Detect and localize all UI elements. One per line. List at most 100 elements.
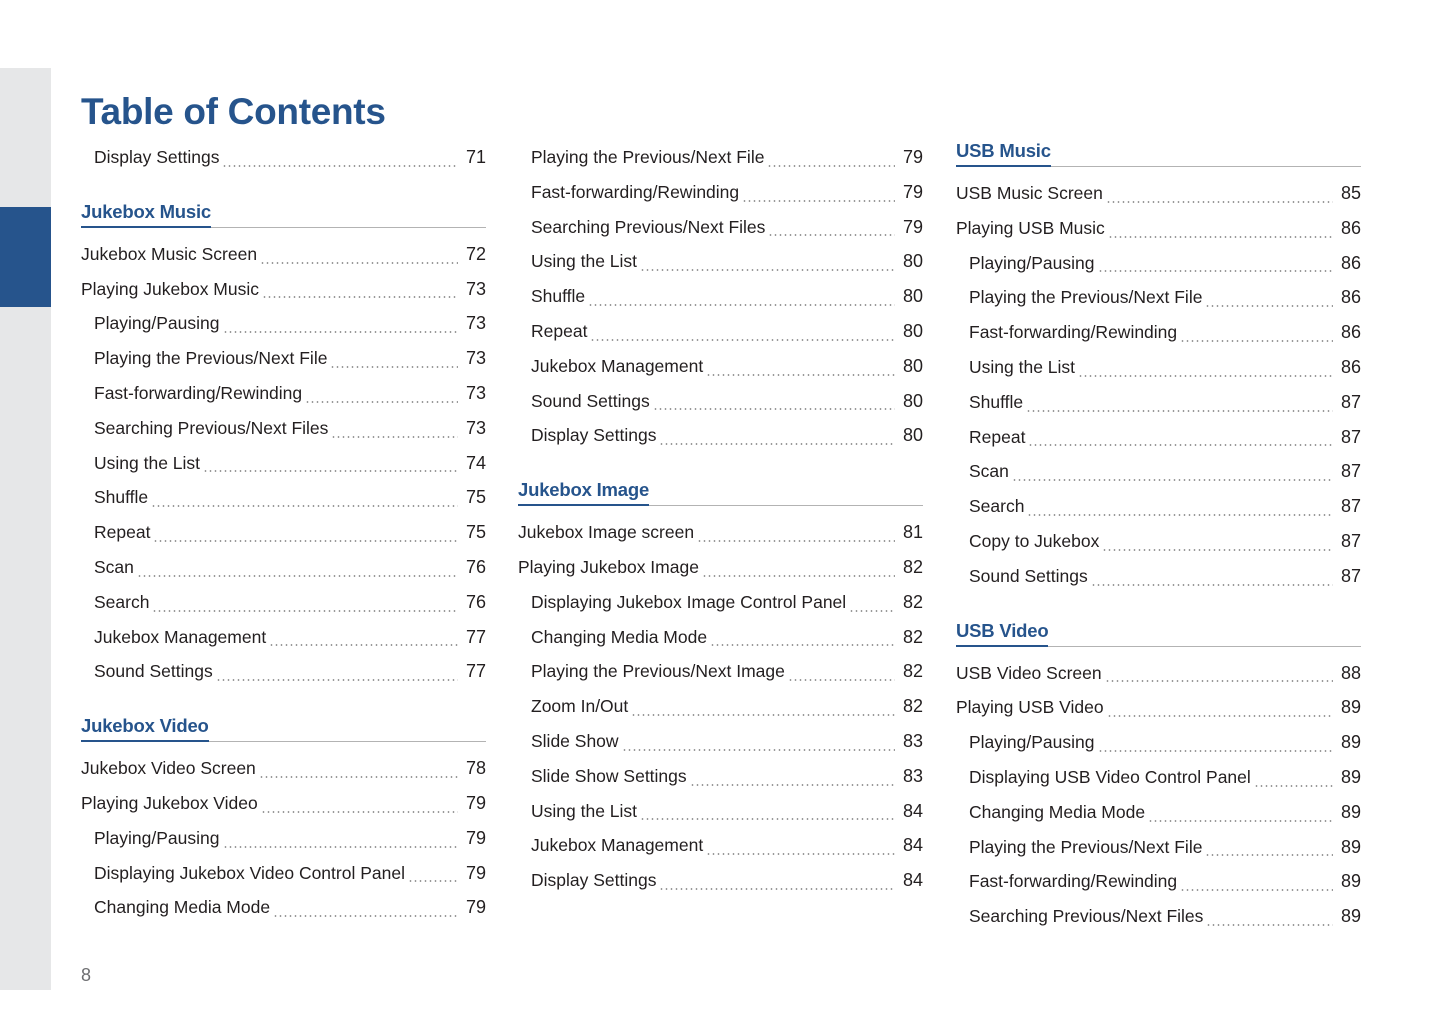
toc-entry-scan[interactable]: Scan 76 <box>81 550 486 585</box>
toc-entry-displaying-jukebox-video-control-panel[interactable]: Displaying Jukebox Video Control Panel 79 <box>81 856 486 891</box>
toc-entry-playing-the-previous-next-image[interactable]: Playing the Previous/Next Image 82 <box>518 654 923 689</box>
toc-entry-display-settings[interactable]: Display Settings 80 <box>518 418 923 453</box>
toc-entry-playing-pausing[interactable]: Playing/Pausing 89 <box>956 725 1361 760</box>
toc-entry-repeat[interactable]: Repeat 80 <box>518 314 923 349</box>
toc-entry-sound-settings[interactable]: Sound Settings 87 <box>956 559 1361 594</box>
toc-entry-label: Shuffle <box>531 286 586 307</box>
toc-entry-copy-to-jukebox[interactable]: Copy to Jukebox 87 <box>956 524 1361 559</box>
toc-entry-using-the-list[interactable]: Using the List 74 <box>81 446 486 481</box>
toc-entry-page-number: 77 <box>465 626 486 647</box>
toc-entry-playing-usb-music[interactable]: Playing USB Music 86 <box>956 211 1361 246</box>
active-chapter-tab[interactable] <box>0 207 51 307</box>
toc-entry-page-number: 89 <box>1340 871 1361 892</box>
toc-entry-shuffle[interactable]: Shuffle 75 <box>81 480 486 515</box>
toc-entry-page-number: 82 <box>902 661 923 682</box>
toc-entry-label: Shuffle <box>969 391 1024 412</box>
toc-dot-leader <box>215 654 459 689</box>
toc-entry-changing-media-mode[interactable]: Changing Media Mode 89 <box>956 795 1361 830</box>
toc-entry-zoom-in-out[interactable]: Zoom In/Out 82 <box>518 689 923 724</box>
toc-entry-usb-music-screen[interactable]: USB Music Screen 85 <box>956 176 1361 211</box>
toc-entry-label: Searching Previous/Next Files <box>94 417 329 438</box>
toc-entry-usb-video-screen[interactable]: USB Video Screen 88 <box>956 656 1361 691</box>
toc-entry-label: Repeat <box>969 426 1026 447</box>
toc-entry-displaying-jukebox-image-control-panel[interactable]: Displaying Jukebox Image Control Panel 82 <box>518 585 923 620</box>
toc-entry-jukebox-music-screen[interactable]: Jukebox Music Screen 72 <box>81 237 486 272</box>
toc-dot-leader <box>305 376 458 411</box>
toc-entry-searching-previous-next-files[interactable]: Searching Previous/Next Files 89 <box>956 899 1361 934</box>
toc-entry-playing-the-previous-next-file[interactable]: Playing the Previous/Next File 86 <box>956 280 1361 315</box>
toc-entry-display-settings[interactable]: Display Settings 84 <box>518 863 923 898</box>
toc-entry-label: USB Video Screen <box>956 662 1102 683</box>
toc-entry-page-number: 89 <box>1340 766 1361 787</box>
toc-entry-playing-jukebox-video[interactable]: Playing Jukebox Video 79 <box>81 786 486 821</box>
toc-entry-playing-pausing[interactable]: Playing/Pausing 79 <box>81 821 486 856</box>
toc-entry-label: Using the List <box>531 800 638 821</box>
toc-entry-page-number: 76 <box>465 591 486 612</box>
toc-entry-scan[interactable]: Scan 87 <box>956 454 1361 489</box>
toc-entry-playing-pausing[interactable]: Playing/Pausing 86 <box>956 246 1361 281</box>
toc-entry-playing-pausing[interactable]: Playing/Pausing 73 <box>81 306 486 341</box>
toc-entry-playing-usb-video[interactable]: Playing USB Video 89 <box>956 690 1361 725</box>
toc-entry-searching-previous-next-files[interactable]: Searching Previous/Next Files 73 <box>81 411 486 446</box>
toc-entry-page-number: 87 <box>1340 426 1361 447</box>
toc-entry-sound-settings[interactable]: Sound Settings 77 <box>81 654 486 689</box>
toc-entry-using-the-list[interactable]: Using the List 86 <box>956 350 1361 385</box>
toc-entry-page-number: 82 <box>902 591 923 612</box>
toc-entry-label: Repeat <box>94 522 151 543</box>
toc-entry-label: Searching Previous/Next Files <box>969 906 1204 927</box>
toc-dot-leader <box>262 272 458 307</box>
toc-entry-playing-the-previous-next-file[interactable]: Playing the Previous/Next File 73 <box>81 341 486 376</box>
toc-entry-jukebox-video-screen[interactable]: Jukebox Video Screen 78 <box>81 751 486 786</box>
toc-entry-jukebox-management[interactable]: Jukebox Management 77 <box>81 620 486 655</box>
toc-entry-display-settings[interactable]: Display Settings 71 <box>81 140 486 175</box>
toc-entry-displaying-usb-video-control-panel[interactable]: Displaying USB Video Control Panel 89 <box>956 760 1361 795</box>
toc-entry-repeat[interactable]: Repeat 87 <box>956 420 1361 455</box>
toc-dot-leader <box>1027 489 1333 524</box>
toc-entry-label: Search <box>969 496 1025 517</box>
toc-entry-page-number: 89 <box>1340 732 1361 753</box>
toc-dot-leader <box>659 863 895 898</box>
toc-entry-label: Scan <box>94 556 134 577</box>
toc-entry-playing-the-previous-next-file[interactable]: Playing the Previous/Next File 89 <box>956 830 1361 865</box>
toc-entry-using-the-list[interactable]: Using the List 84 <box>518 794 923 829</box>
toc-entry-sound-settings[interactable]: Sound Settings 80 <box>518 384 923 419</box>
toc-entry-slide-show[interactable]: Slide Show 83 <box>518 724 923 759</box>
toc-entry-label: Playing the Previous/Next File <box>969 287 1203 308</box>
toc-entry-page-number: 73 <box>465 417 486 438</box>
toc-dot-leader <box>203 446 458 481</box>
toc-entry-playing-jukebox-music[interactable]: Playing Jukebox Music 73 <box>81 272 486 307</box>
toc-entry-search[interactable]: Search 76 <box>81 585 486 620</box>
toc-entry-changing-media-mode[interactable]: Changing Media Mode 79 <box>81 890 486 925</box>
toc-entry-label: Fast-forwarding/Rewinding <box>531 181 740 202</box>
toc-entry-changing-media-mode[interactable]: Changing Media Mode 82 <box>518 620 923 655</box>
toc-entry-label: Zoom In/Out <box>531 696 629 717</box>
toc-entry-page-number: 83 <box>902 730 923 751</box>
toc-entry-label: Displaying USB Video Control Panel <box>969 766 1251 787</box>
toc-entry-page-number: 87 <box>1340 496 1361 517</box>
toc-entry-slide-show-settings[interactable]: Slide Show Settings 83 <box>518 759 923 794</box>
toc-dot-leader <box>706 349 895 384</box>
toc-entry-playing-the-previous-next-file[interactable]: Playing the Previous/Next File 79 <box>518 140 923 175</box>
toc-entry-fast-forwarding-rewinding[interactable]: Fast-forwarding/Rewinding 73 <box>81 376 486 411</box>
toc-entry-page-number: 79 <box>465 897 486 918</box>
toc-entry-using-the-list[interactable]: Using the List 80 <box>518 244 923 279</box>
toc-entry-repeat[interactable]: Repeat 75 <box>81 515 486 550</box>
toc-entry-page-number: 84 <box>902 800 923 821</box>
toc-dot-leader <box>136 550 459 585</box>
toc-entry-fast-forwarding-rewinding[interactable]: Fast-forwarding/Rewinding 86 <box>956 315 1361 350</box>
toc-entry-shuffle[interactable]: Shuffle 80 <box>518 279 923 314</box>
toc-dot-leader <box>631 689 895 724</box>
toc-entry-searching-previous-next-files[interactable]: Searching Previous/Next Files 79 <box>518 210 923 245</box>
toc-entry-fast-forwarding-rewinding[interactable]: Fast-forwarding/Rewinding 89 <box>956 864 1361 899</box>
toc-dot-leader <box>1148 795 1333 830</box>
toc-entry-shuffle[interactable]: Shuffle 87 <box>956 385 1361 420</box>
toc-entry-jukebox-management[interactable]: Jukebox Management 80 <box>518 349 923 384</box>
toc-entry-search[interactable]: Search 87 <box>956 489 1361 524</box>
toc-entry-page-number: 71 <box>465 147 486 167</box>
toc-entry-playing-jukebox-image[interactable]: Playing Jukebox Image 82 <box>518 550 923 585</box>
toc-entry-page-number: 87 <box>1340 565 1361 586</box>
toc-entry-jukebox-image-screen[interactable]: Jukebox Image screen 81 <box>518 515 923 550</box>
toc-entry-label: Playing/Pausing <box>94 313 220 334</box>
toc-entry-jukebox-management[interactable]: Jukebox Management 84 <box>518 828 923 863</box>
toc-entry-fast-forwarding-rewinding[interactable]: Fast-forwarding/Rewinding 79 <box>518 175 923 210</box>
